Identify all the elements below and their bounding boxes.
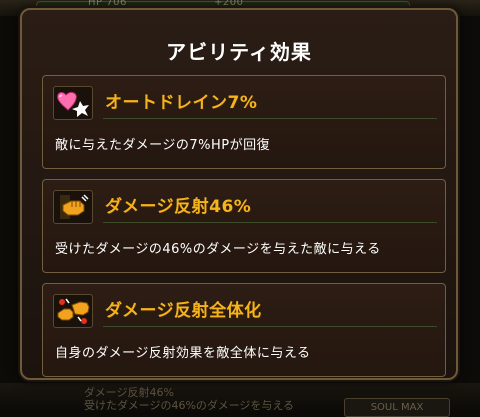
background-ability-line1: ダメージ反射46% xyxy=(84,386,174,399)
card-divider xyxy=(103,118,437,119)
card-divider xyxy=(103,326,437,327)
ability-effects-modal: アビリティ効果 オートドレイン7% 敵に与えたダメージの7%HPが回復 ダメージ… xyxy=(20,8,458,380)
ability-card-damage-reflect: ダメージ反射46% 受けたダメージの46%のダメージを与えた敵に与える xyxy=(42,179,446,273)
ability-description: 自身のダメージ反射効果を敵全体に与える xyxy=(55,346,311,361)
ability-card-auto-drain: オートドレイン7% 敵に与えたダメージの7%HPが回復 xyxy=(42,75,446,169)
modal-title: アビリティ効果 xyxy=(166,40,312,64)
fist-reflect-icon xyxy=(53,190,93,224)
background-ability-line2: 受けたダメージの46%のダメージを与える xyxy=(84,399,295,412)
ability-title: オートドレイン7% xyxy=(105,93,258,113)
background-ability-text: ダメージ反射46% 受けたダメージの46%のダメージを与える xyxy=(84,386,294,412)
card-divider xyxy=(103,222,437,223)
heart-drain-icon xyxy=(53,86,93,120)
fist-reflect-all-icon xyxy=(53,294,93,328)
ability-title: ダメージ反射46% xyxy=(105,197,252,217)
background-bonus-value: +200 xyxy=(214,0,244,8)
ability-title: ダメージ反射全体化 xyxy=(105,301,262,321)
ability-card-reflect-all: ダメージ反射全体化 自身のダメージ反射効果を敵全体に与える xyxy=(42,283,446,377)
ability-description: 受けたダメージの46%のダメージを与えた敵に与える xyxy=(55,242,381,257)
soul-max-button[interactable]: SOUL MAX xyxy=(344,398,450,417)
ability-description: 敵に与えたダメージの7%HPが回復 xyxy=(55,138,271,153)
background-hp-value: HP 706 xyxy=(88,0,127,8)
